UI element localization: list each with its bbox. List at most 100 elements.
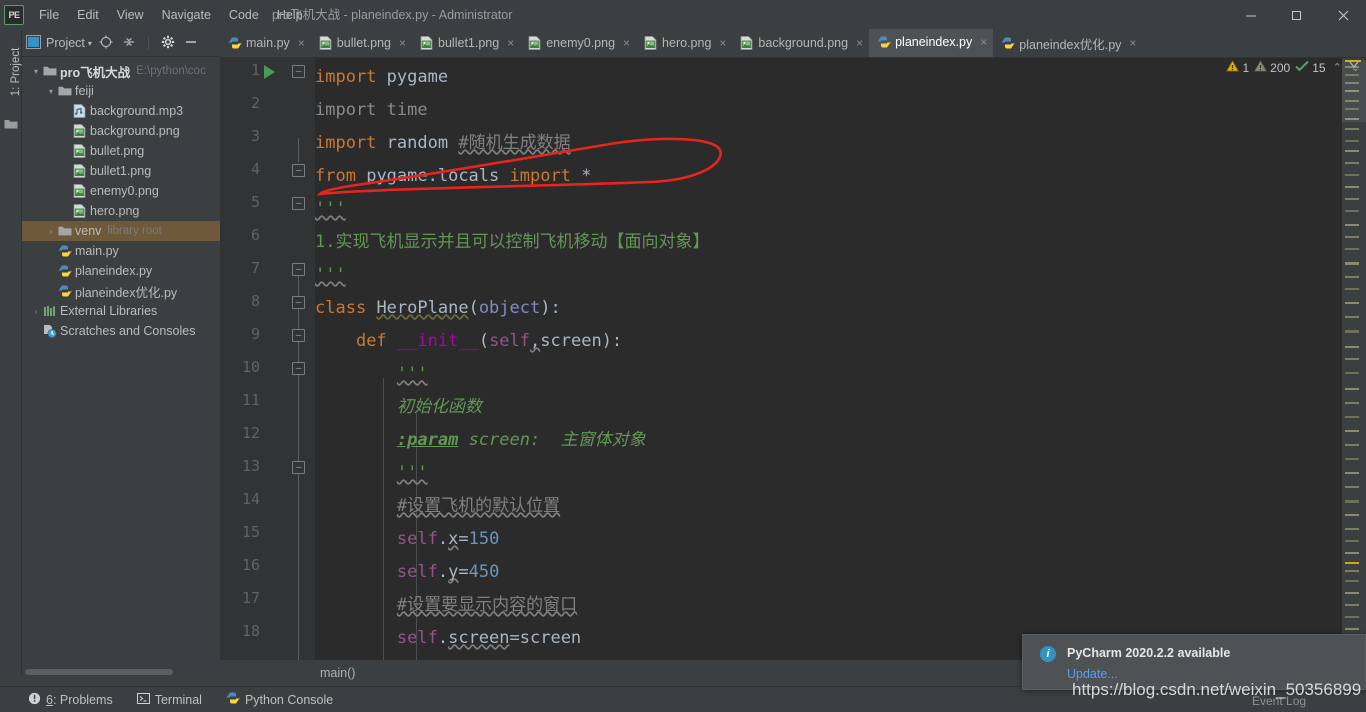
error-stripe-mark[interactable] (1345, 388, 1359, 390)
chevron-down-icon[interactable]: ▾ (30, 67, 42, 76)
weak-warning-group[interactable]: 200 (1254, 60, 1290, 75)
close-icon[interactable]: × (719, 36, 726, 50)
chevron-up-icon[interactable]: ⌃ (1331, 61, 1344, 74)
sidebar-item-problems[interactable]: 6: Problems (28, 692, 113, 708)
warning-group[interactable]: 1 (1226, 60, 1249, 75)
tree-item-scratches-and-consoles[interactable]: Scratches and Consoles (22, 321, 220, 341)
error-stripe-mark[interactable] (1345, 248, 1359, 250)
code-line[interactable]: import random #随机生成数据 (315, 127, 571, 160)
project-horizontal-scrollbar[interactable] (22, 668, 220, 676)
minimize-button[interactable] (1228, 0, 1274, 30)
code-line[interactable]: 1.实现飞机显示并且可以控制飞机移动【面向对象】 (315, 226, 709, 259)
tree-item-planeindex-py[interactable]: planeindex优化.py (22, 281, 220, 301)
fold-marker[interactable]: – (292, 164, 305, 177)
error-stripe-mark[interactable] (1345, 472, 1359, 474)
tree-item-main-py[interactable]: main.py (22, 241, 220, 261)
error-stripe-mark[interactable] (1345, 552, 1359, 554)
close-icon[interactable]: × (623, 36, 630, 50)
error-stripe-mark[interactable] (1345, 302, 1359, 304)
code-line[interactable]: #设置飞机的默认位置 (315, 490, 560, 523)
error-stripe-mark[interactable] (1345, 150, 1359, 152)
error-stripe-mark[interactable] (1345, 262, 1359, 265)
tree-item-hero-png[interactable]: hero.png (22, 201, 220, 221)
breadcrumb-item-main[interactable]: main() (320, 666, 355, 680)
typo-group[interactable]: 15 (1295, 60, 1326, 75)
collapse-all-icon[interactable] (122, 35, 136, 52)
error-stripe-mark[interactable] (1345, 430, 1359, 432)
error-stripe-mark[interactable] (1345, 486, 1359, 488)
sidebar-item-terminal[interactable]: Terminal (136, 692, 202, 708)
editor-tab-main-py[interactable]: main.py × (220, 29, 311, 57)
chevron-right-icon[interactable]: › (45, 227, 57, 236)
error-stripe[interactable] (1342, 58, 1366, 660)
error-stripe-mark[interactable] (1345, 570, 1359, 572)
editor-tab-planeindex-py[interactable]: planeindex优化.py × (993, 29, 1142, 57)
code-line[interactable]: class HeroPlane(object): (315, 292, 561, 325)
editor-tab-enemy0-png[interactable]: enemy0.png × (520, 29, 636, 57)
tree-item-background-mp3[interactable]: background.mp3 (22, 101, 220, 121)
tree-item-feiji[interactable]: ▾ feiji (22, 81, 220, 101)
menu-navigate[interactable]: Navigate (153, 5, 220, 25)
code-line[interactable]: ''' (315, 358, 428, 391)
error-stripe-mark[interactable] (1345, 236, 1359, 238)
error-stripe-mark[interactable] (1345, 616, 1359, 618)
tree-item-background-png[interactable]: background.png (22, 121, 220, 141)
error-stripe-mark[interactable] (1345, 458, 1359, 460)
error-stripe-mark[interactable] (1345, 162, 1359, 164)
menu-file[interactable]: File (30, 5, 68, 25)
close-icon[interactable]: × (980, 35, 987, 49)
editor-tab-planeindex-py[interactable]: planeindex.py × (869, 29, 994, 57)
sidebar-item-python-console[interactable]: Python Console (224, 691, 333, 708)
error-stripe-mark[interactable] (1345, 444, 1359, 446)
chevron-down-icon[interactable]: ⌄ (1349, 61, 1362, 74)
code-line[interactable]: 初始化函数 (315, 391, 482, 424)
error-stripe-mark[interactable] (1345, 174, 1359, 176)
chevron-down-icon[interactable]: ▾ (88, 39, 92, 48)
error-stripe-mark[interactable] (1345, 224, 1359, 226)
tree-item-pro[interactable]: ▾ pro飞机大战 E:\python\coc (22, 61, 220, 81)
error-stripe-mark[interactable] (1345, 316, 1359, 318)
error-stripe-mark[interactable] (1345, 628, 1359, 630)
code-line[interactable]: from pygame.locals import * (315, 160, 591, 193)
error-stripe-mark[interactable] (1345, 402, 1359, 404)
error-stripe-mark[interactable] (1345, 346, 1359, 348)
fold-marker[interactable]: – (292, 329, 305, 342)
code-line[interactable]: ''' (315, 259, 346, 292)
menu-edit[interactable]: Edit (68, 5, 108, 25)
error-stripe-mark[interactable] (1345, 140, 1359, 142)
error-stripe-mark[interactable] (1345, 416, 1359, 418)
chevron-down-icon[interactable]: ▾ (45, 87, 57, 96)
error-stripe-mark[interactable] (1345, 330, 1359, 333)
error-stripe-mark[interactable] (1345, 528, 1359, 530)
close-icon[interactable]: × (399, 36, 406, 50)
code-editor[interactable]: – – – – – – – – 1 import pygame 2 import ti… (220, 58, 1342, 660)
error-stripe-mark[interactable] (1345, 562, 1359, 564)
code-line[interactable]: ''' (315, 193, 346, 226)
close-button[interactable] (1320, 0, 1366, 30)
code-line[interactable]: self.x=150 (315, 523, 499, 556)
target-icon[interactable] (99, 35, 113, 52)
code-line[interactable]: self.y=450 (315, 556, 499, 589)
close-icon[interactable]: × (507, 36, 514, 50)
code-line[interactable]: ''' (315, 457, 428, 490)
tree-item-external-libraries[interactable]: › External Libraries (22, 301, 220, 321)
error-stripe-mark[interactable] (1345, 210, 1359, 212)
tree-item-bullet-png[interactable]: bullet.png (22, 141, 220, 161)
code-line[interactable]: #设置要显示内容的窗口 (315, 589, 577, 622)
error-stripe-mark[interactable] (1345, 198, 1359, 200)
notification-update-link[interactable]: Update... (1067, 667, 1118, 681)
menu-view[interactable]: View (108, 5, 153, 25)
fold-marker[interactable]: – (292, 197, 305, 210)
error-stripe-mark[interactable] (1345, 604, 1359, 606)
fold-marker[interactable]: – (292, 65, 305, 78)
error-stripe-mark[interactable] (1345, 592, 1359, 594)
close-icon[interactable]: × (1129, 36, 1136, 50)
error-stripe-mark[interactable] (1345, 372, 1359, 374)
fold-marker[interactable]: – (292, 263, 305, 276)
error-stripe-mark[interactable] (1345, 288, 1359, 290)
error-stripe-mark[interactable] (1345, 128, 1359, 130)
close-icon[interactable]: × (856, 36, 863, 50)
error-stripe-mark[interactable] (1345, 580, 1359, 582)
editor-tab-bullet1-png[interactable]: bullet1.png × (412, 29, 520, 57)
tree-item-enemy0-png[interactable]: enemy0.png (22, 181, 220, 201)
